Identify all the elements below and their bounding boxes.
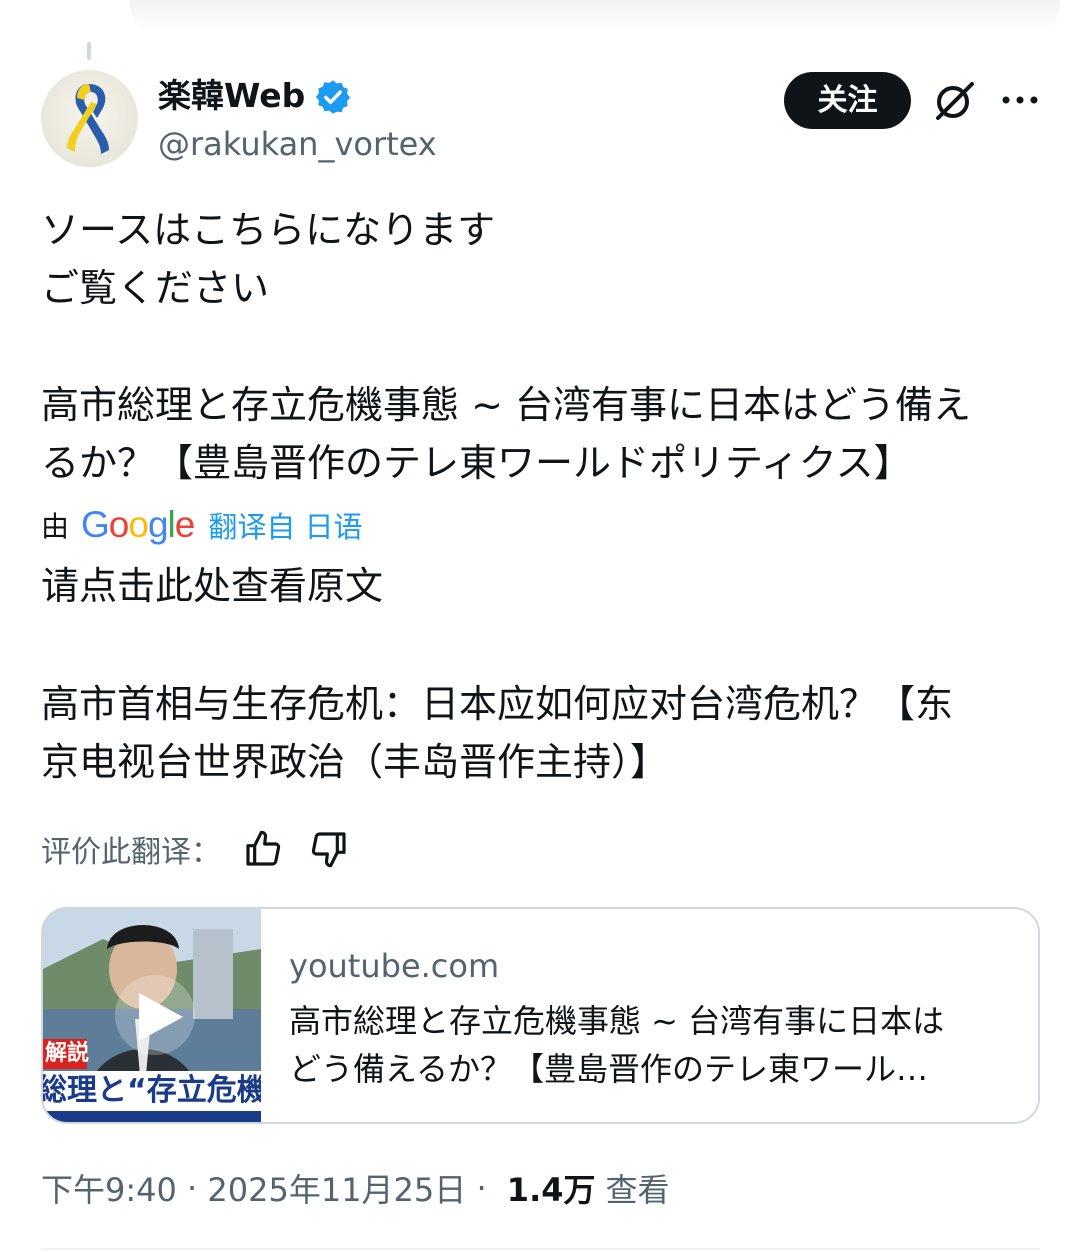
- tweet-text-line: ソースはこちらになります: [41, 208, 496, 252]
- display-name[interactable]: 楽韓Web: [158, 74, 305, 118]
- google-logo: Google: [81, 504, 195, 545]
- meta-separator: ·: [466, 1169, 497, 1207]
- thumbnail-caption: 総理と“存立危機事: [43, 1073, 261, 1108]
- show-original-link[interactable]: 请点击此处查看原文: [41, 558, 383, 614]
- more-icon[interactable]: [1000, 92, 1040, 108]
- user-handle[interactable]: @rakukan_vortex: [158, 122, 437, 166]
- link-card-title: 高市総理と存立危機事態 ~ 台湾有事に日本は どう備えるか？【豊島晋作のテレ東ワ…: [289, 997, 1019, 1093]
- thumbs-down-icon[interactable]: [309, 829, 349, 869]
- tweet-text-line: ご覧ください: [41, 266, 270, 310]
- translated-text-line: 高市首相与生存危机：日本应如何应对台湾危机？【东: [41, 682, 954, 726]
- yellow-blue-ribbon-icon: [67, 84, 109, 154]
- views-label: 查看: [605, 1171, 670, 1209]
- link-card[interactable]: 解説 総理と“存立危機事 youtube.com 高市総理と存立危機事態 ~ 台…: [41, 907, 1040, 1124]
- translation-by-label: 由: [41, 510, 70, 543]
- divider: [41, 1248, 1040, 1250]
- tweet-metadata: 下午9:40 · 2025年11月25日 · 1.4万 查看: [41, 1164, 670, 1212]
- link-card-domain: youtube.com: [289, 947, 500, 985]
- thumbs-up-icon[interactable]: [243, 829, 283, 869]
- link-card-title-line: 高市総理と存立危機事態 ~ 台湾有事に日本は: [289, 1002, 945, 1040]
- follow-button[interactable]: 关注: [784, 72, 911, 129]
- rate-translation-label: 评价此翻译：: [41, 835, 221, 870]
- thread-connector: [87, 42, 91, 60]
- video-thumbnail[interactable]: 解説 総理と“存立危機事: [43, 909, 261, 1122]
- rate-translation-row: 评价此翻译：: [41, 826, 375, 872]
- tweet-date[interactable]: 2025年11月25日: [207, 1165, 466, 1211]
- previous-tweet-edge: [130, 0, 1060, 34]
- translation-byline: 由 Google 翻译自 日语: [41, 502, 363, 548]
- tweet-text-line: 高市総理と存立危機事態 ~ 台湾有事に日本はどう備え: [41, 383, 972, 427]
- meta-separator: ·: [176, 1169, 208, 1207]
- tweet-text-line: るか？【豊島晋作のテレ東ワールドポリティクス】: [41, 441, 912, 485]
- translated-from-language[interactable]: 翻译自 日语: [208, 504, 362, 546]
- tweet-time[interactable]: 下午9:40: [41, 1165, 177, 1211]
- translated-text-line: 京电视台世界政治（丰岛晋作主持）】: [41, 740, 669, 784]
- thumbnail-tag: 解説: [45, 1041, 90, 1066]
- avatar[interactable]: [41, 70, 138, 167]
- verified-badge-icon: [315, 80, 351, 114]
- link-card-title-line: どう備えるか？【豊島晋作のテレ東ワール…: [289, 1050, 929, 1088]
- views-count[interactable]: 1.4万: [507, 1165, 596, 1211]
- grok-icon[interactable]: [932, 78, 978, 124]
